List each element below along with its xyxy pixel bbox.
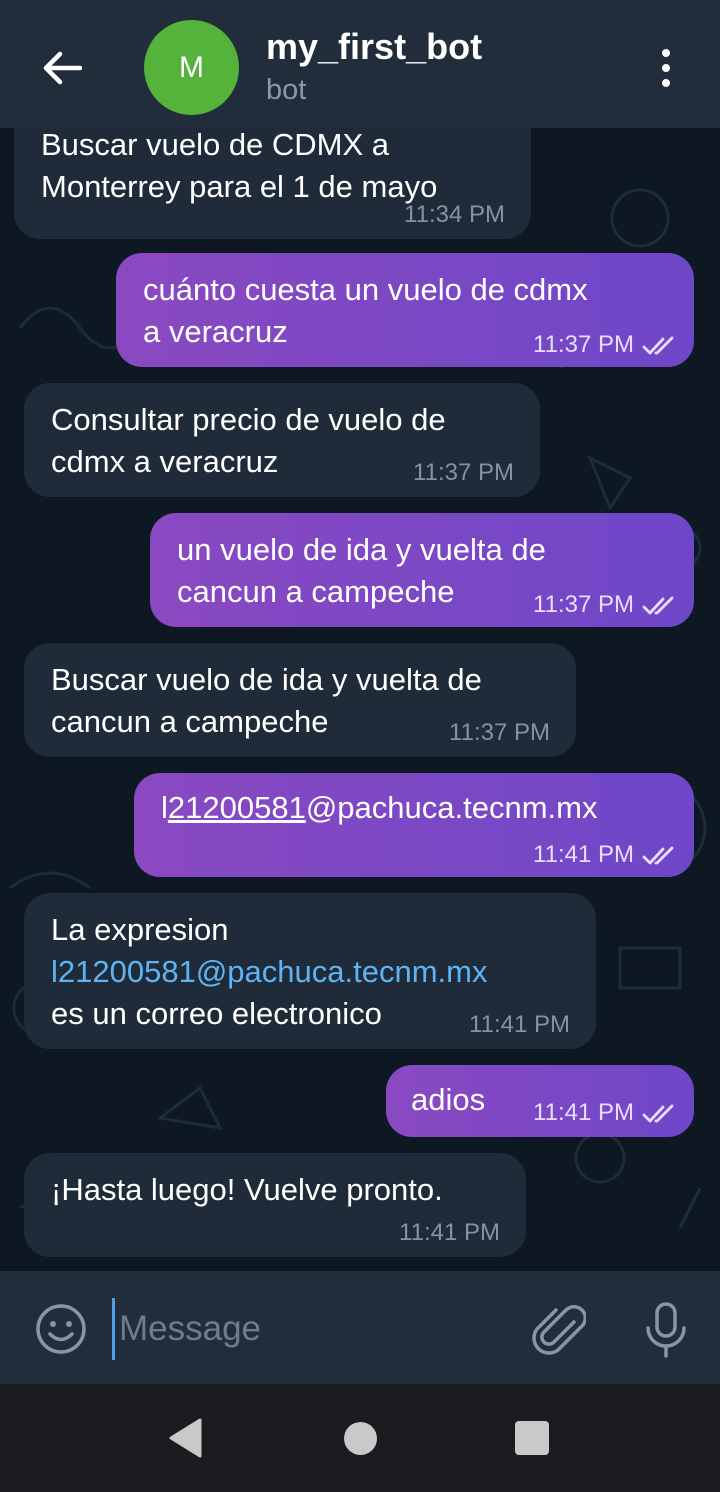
message-text: La expresion l21200581@pachuca.tecnm.mx es…: [51, 909, 487, 1035]
message-text-suffix: @pachuca.tecnm.mx: [305, 790, 598, 825]
message-meta: 11:41 PM: [533, 1099, 680, 1127]
message-text: cuánto cuesta un vuelo de cdmx a veracru…: [143, 272, 588, 349]
avatar[interactable]: M: [144, 20, 239, 115]
message-list[interactable]: Buscar vuelo de CDMX a Monterrey para el…: [0, 128, 720, 1271]
message-bubble-incoming[interactable]: La expresion l21200581@pachuca.tecnm.mx es…: [24, 893, 596, 1049]
message-input[interactable]: [112, 1298, 502, 1360]
message-time: 11:34 PM: [404, 201, 505, 228]
message-text: un vuelo de ida y vuelta de cancun a cam…: [177, 532, 546, 609]
message-bubble-incoming[interactable]: Buscar vuelo de ida y vuelta de cancun a…: [24, 643, 576, 757]
double-check-icon: [642, 336, 674, 355]
message-time: 11:37 PM: [413, 459, 514, 486]
message-bubble-incoming[interactable]: Consultar precio de vuelo de cdmx a vera…: [24, 383, 540, 497]
more-vertical-icon: [662, 49, 670, 57]
more-options-button[interactable]: [648, 40, 684, 96]
message-text: Buscar vuelo de CDMX a Monterrey para el…: [41, 128, 438, 204]
nav-back-button[interactable]: [168, 1418, 202, 1458]
microphone-icon: [646, 1302, 686, 1358]
message-line: es un correo electronico: [51, 996, 382, 1031]
message-time: 11:41 PM: [469, 1011, 570, 1038]
message-time: 11:37 PM: [449, 719, 550, 746]
message-text: ¡Hasta luego! Vuelve pronto.: [51, 1172, 443, 1207]
message-bubble-incoming[interactable]: ¡Hasta luego! Vuelve pronto. 11:41 PM: [24, 1153, 526, 1257]
double-check-icon: [642, 1104, 674, 1123]
emoji-icon: [36, 1304, 86, 1354]
arrow-back-icon: [43, 51, 82, 85]
chat-title[interactable]: my_first_bot: [266, 26, 482, 68]
paperclip-icon: [532, 1304, 588, 1355]
email-link[interactable]: l21200581@pachuca.tecnm.mx: [51, 951, 487, 993]
message-meta: 11:37 PM: [533, 591, 680, 619]
nav-back-icon: [169, 1418, 202, 1458]
double-check-icon: [642, 846, 674, 865]
message-bubble-outgoing[interactable]: cuánto cuesta un vuelo de cdmx a veracru…: [116, 253, 694, 367]
message-meta: 11:41 PM: [533, 841, 680, 869]
chat-subtitle: bot: [266, 74, 307, 106]
message-time: 11:41 PM: [533, 1099, 634, 1126]
double-check-icon: [642, 596, 674, 615]
message-line: La expresion: [51, 912, 229, 947]
back-button[interactable]: [34, 40, 90, 96]
message-time: 11:37 PM: [533, 331, 634, 358]
message-time: 11:41 PM: [399, 1219, 500, 1246]
nav-recents-icon[interactable]: [515, 1421, 549, 1455]
message-bubble-outgoing[interactable]: un vuelo de ida y vuelta de cancun a cam…: [150, 513, 694, 627]
message-time: 11:41 PM: [533, 841, 634, 868]
attach-button[interactable]: [530, 1300, 588, 1360]
message-bubble-outgoing[interactable]: l21200581@pachuca.tecnm.mx 11:41 PM: [134, 773, 694, 877]
more-vertical-icon-dot: [662, 79, 670, 87]
message-meta: 11:37 PM: [533, 331, 680, 359]
message-bubble-outgoing[interactable]: adios 11:41 PM: [386, 1065, 694, 1137]
message-time: 11:37 PM: [533, 591, 634, 618]
message-text: Buscar vuelo de ida y vuelta de cancun a…: [51, 662, 482, 739]
message-text: Consultar precio de vuelo de cdmx a vera…: [51, 402, 446, 479]
more-vertical-icon-dot: [662, 64, 670, 72]
emoji-button[interactable]: [34, 1302, 88, 1356]
voice-record-button[interactable]: [642, 1300, 690, 1360]
message-text-prefix: l: [161, 790, 168, 825]
message-bubble-incoming[interactable]: Buscar vuelo de CDMX a Monterrey para el…: [14, 128, 531, 239]
message-text: l21200581@pachuca.tecnm.mx: [161, 787, 597, 829]
chat-header: M my_first_bot bot: [0, 0, 720, 128]
phone-number-link[interactable]: 21200581: [168, 790, 306, 825]
message-text: adios: [411, 1082, 486, 1117]
nav-home-icon[interactable]: [344, 1422, 377, 1455]
